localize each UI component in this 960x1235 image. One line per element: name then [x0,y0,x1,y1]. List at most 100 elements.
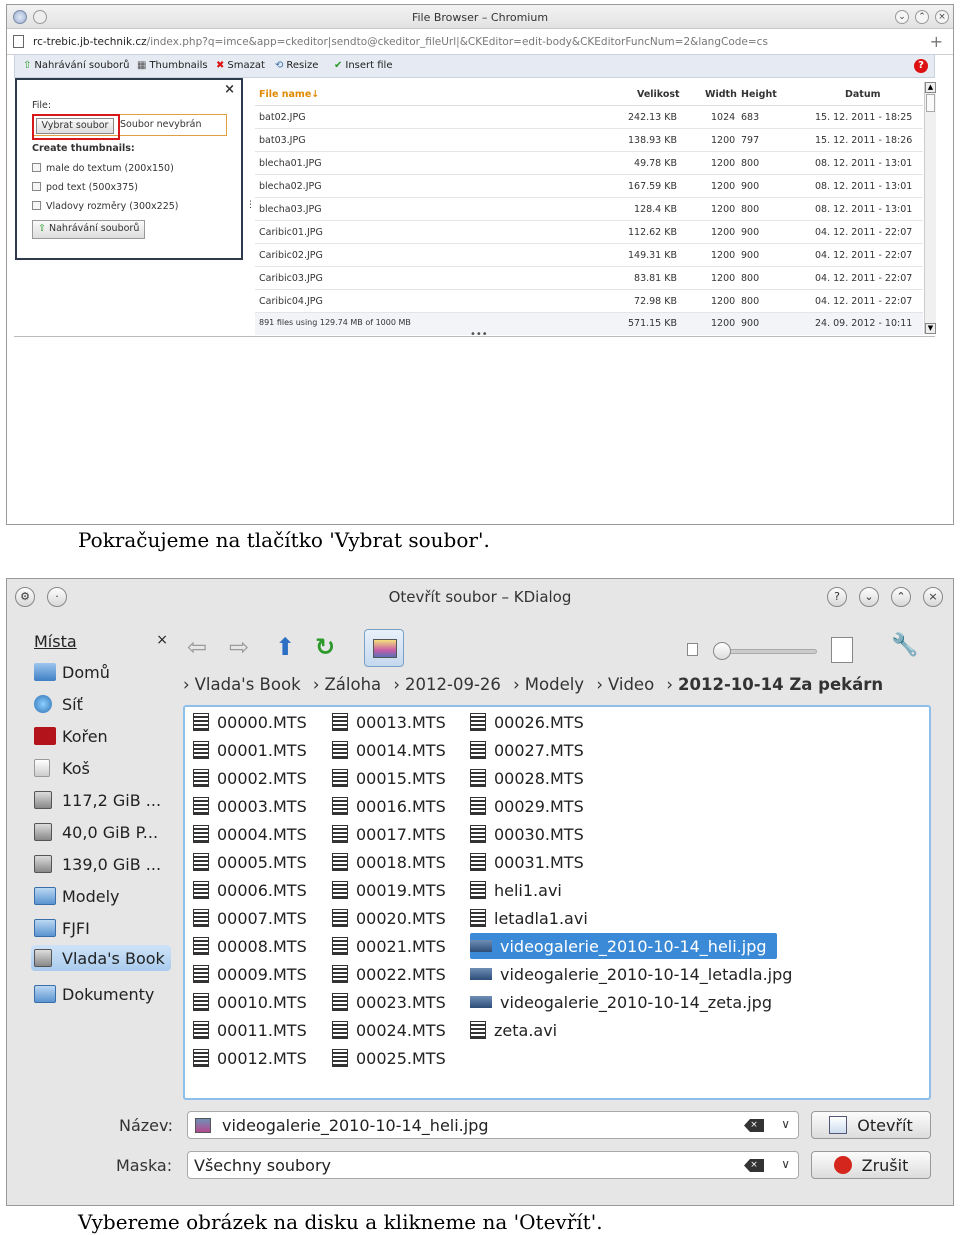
place-disk-2[interactable]: 40,0 GiB P... [34,819,158,845]
minimize-icon[interactable]: ⌄ [895,10,909,24]
file-item[interactable]: 00026.MTS [470,709,584,735]
col-date[interactable]: Datum [845,89,881,100]
file-item[interactable]: 00016.MTS [332,793,446,819]
breadcrumb-current[interactable]: 2012-10-14 Za pekárn [678,675,883,694]
file-item[interactable]: 00018.MTS [332,849,446,875]
file-item[interactable]: 00008.MTS [193,933,307,959]
close-icon[interactable]: × [923,587,943,607]
breadcrumb-item[interactable]: Modely [525,675,584,694]
close-places-icon[interactable]: × [156,632,168,648]
file-item[interactable]: 00010.MTS [193,989,307,1015]
place-disk-1[interactable]: 117,2 GiB ... [34,787,161,813]
upload-tool[interactable]: ⇧ Nahrávání souborů [23,60,130,71]
place-disk-3[interactable]: 139,0 GiB ... [34,851,161,877]
file-item[interactable]: zeta.avi [470,1017,557,1043]
file-item[interactable]: 00011.MTS [193,1017,307,1043]
file-item[interactable]: videogalerie_2010-10-14_letadla.jpg [470,961,792,987]
table-row[interactable]: blecha03.JPG 128.4 KB 1200 800 08. 12. 2011 … [255,198,923,221]
checkbox[interactable] [32,163,41,172]
breadcrumb-item[interactable]: Video [608,675,654,694]
col-size[interactable]: Velikost [637,89,680,100]
table-row[interactable]: Caribic01.JPG 112.62 KB 1200 900 04. 12. 201… [255,221,923,244]
table-row[interactable]: Caribic02.JPG 149.31 KB 1200 900 04. 12. 201… [255,244,923,267]
preview-toggle-button[interactable] [364,629,404,667]
table-row[interactable]: bat02.JPG 242.13 KB 1024 683 15. 12. 2011 - … [255,106,923,129]
breadcrumb-item[interactable]: Záloha [324,675,381,694]
file-item[interactable]: 00006.MTS [193,877,307,903]
col-width[interactable]: Width [705,89,737,100]
breadcrumb-item[interactable]: 2012-09-26 [405,675,501,694]
help-icon[interactable]: ? [914,59,928,73]
resize-grip-icon[interactable]: ⋮ [246,200,255,210]
up-icon[interactable]: ⬆ [275,633,295,661]
file-item[interactable]: letadla1.avi [470,905,588,931]
checkbox[interactable] [32,201,41,210]
file-item[interactable]: 00005.MTS [193,849,307,875]
options-wrench-icon[interactable]: 🔧 [891,633,918,658]
thumbnails-tool[interactable]: ▦ Thumbnails [137,60,208,71]
file-item[interactable]: 00020.MTS [332,905,446,931]
file-item[interactable]: 00030.MTS [470,821,584,847]
help-icon[interactable]: ? [827,587,847,607]
resize-tool[interactable]: ⟲ Resize [275,60,318,71]
table-row[interactable]: bat03.JPG 138.93 KB 1200 797 15. 12. 2011 - … [255,129,923,152]
file-item[interactable]: 00009.MTS [193,961,307,987]
place-dokumenty[interactable]: Dokumenty [34,981,154,1007]
scroll-up-icon[interactable]: ▲ [925,82,936,93]
drag-handle-icon[interactable]: ••• [470,329,488,340]
slider-track[interactable] [717,649,817,654]
file-item[interactable]: 00025.MTS [332,1045,446,1071]
file-item[interactable]: videogalerie_2010-10-14_heli.jpg [470,933,777,959]
address-bar[interactable]: rc-trebic.jb-technik.cz/index.php?q=imce… [7,29,953,55]
place-modely[interactable]: Modely [34,883,120,909]
thumbnail-option[interactable]: pod text (500x375) [32,182,138,193]
file-item[interactable]: 00019.MTS [332,877,446,903]
close-icon[interactable]: × [935,10,949,24]
file-item[interactable]: 00023.MTS [332,989,446,1015]
file-item[interactable]: 00002.MTS [193,765,307,791]
slider-knob[interactable] [713,642,731,660]
upload-submit-button[interactable]: ⇧ Nahrávání souborů [32,220,146,239]
file-item[interactable]: 00021.MTS [332,933,446,959]
filter-field[interactable]: Všechny soubory × ∨ [187,1151,799,1179]
delete-tool[interactable]: ✖ Smazat [216,60,265,71]
reload-icon[interactable]: ↻ [315,633,335,661]
place-root[interactable]: Kořen [34,723,108,749]
file-item[interactable]: 00017.MTS [332,821,446,847]
file-item[interactable]: 00012.MTS [193,1045,307,1071]
file-item[interactable]: 00029.MTS [470,793,584,819]
open-button[interactable]: Otevřít [811,1111,931,1139]
scroll-thumb[interactable] [926,94,935,112]
breadcrumb-item[interactable]: Vlada's Book [195,675,301,694]
file-item[interactable]: 00004.MTS [193,821,307,847]
file-item[interactable]: 00024.MTS [332,1017,446,1043]
table-scrollbar[interactable]: ▲ ▼ [924,82,936,334]
file-item[interactable]: 00027.MTS [470,737,584,763]
place-vladas-book[interactable]: Vlada's Book [31,945,171,971]
file-item[interactable]: 00015.MTS [332,765,446,791]
close-panel-icon[interactable]: × [224,82,235,97]
chevron-down-icon[interactable]: ∨ [781,1117,790,1131]
expand-icon[interactable]: + [930,32,943,51]
place-home[interactable]: Domů [34,659,110,685]
maximize-icon[interactable]: ⌃ [915,10,929,24]
forward-icon[interactable]: ⇨ [229,633,249,661]
file-item[interactable]: videogalerie_2010-10-14_zeta.jpg [470,989,772,1015]
file-item[interactable]: 00028.MTS [470,765,584,791]
insert-file-tool[interactable]: ✔ Insert file [334,60,392,71]
checkbox[interactable] [32,182,41,191]
minimize-icon[interactable]: ⌄ [859,587,879,607]
file-item[interactable]: 00001.MTS [193,737,307,763]
scroll-down-icon[interactable]: ▼ [925,323,936,334]
back-icon[interactable]: ⇦ [187,633,207,661]
filename-field[interactable]: videogalerie_2010-10-14_heli.jpg × ∨ [187,1111,799,1139]
cancel-button[interactable]: Zrušit [811,1151,931,1179]
place-fjfi[interactable]: FJFI [34,915,90,941]
file-item[interactable]: heli1.avi [470,877,562,903]
col-height[interactable]: Height [741,89,777,100]
file-item[interactable]: 00031.MTS [470,849,584,875]
table-row[interactable]: blecha01.JPG 49.78 KB 1200 800 08. 12. 2011 … [255,152,923,175]
thumbnail-option[interactable]: Vladovy rozměry (300x225) [32,201,179,212]
file-input[interactable]: Vybrat soubor Soubor nevybrán [32,114,227,140]
table-row[interactable]: blecha02.JPG 167.59 KB 1200 900 08. 12. 2011… [255,175,923,198]
